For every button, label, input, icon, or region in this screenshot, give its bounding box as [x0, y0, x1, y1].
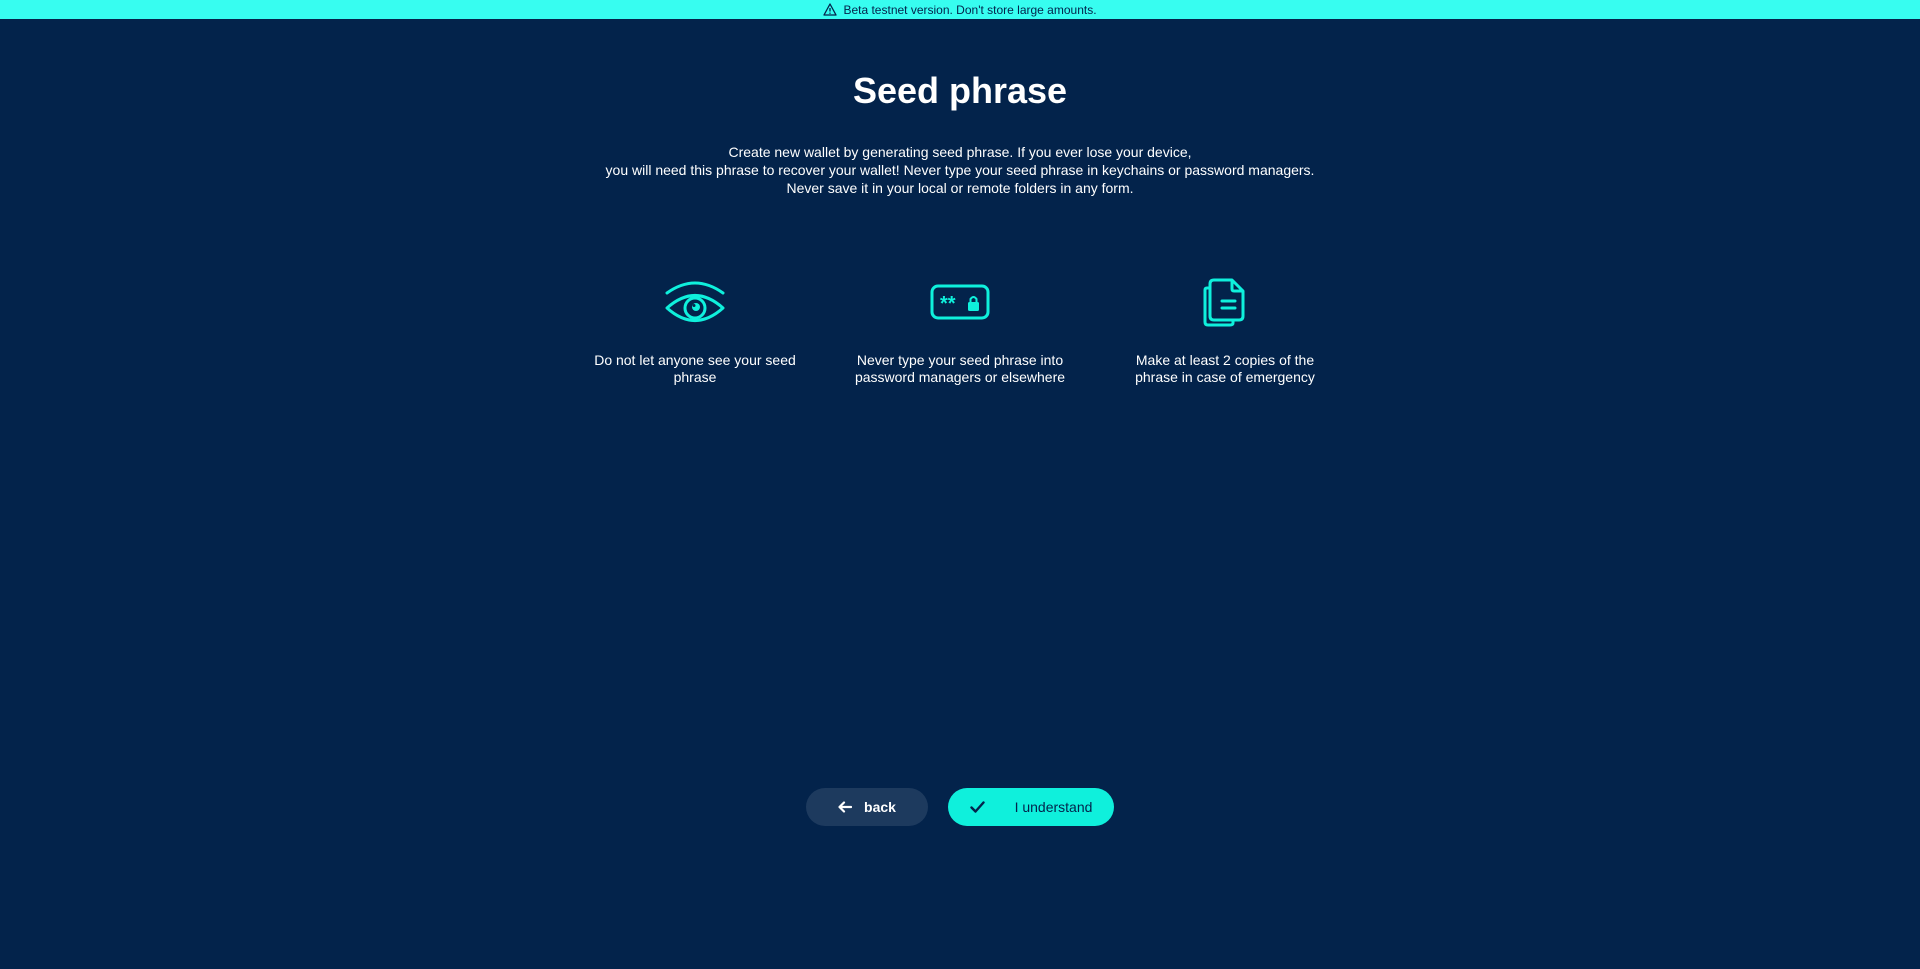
page-description: Create new wallet by generating seed phr… — [560, 143, 1360, 197]
tip-text: Make at least 2 copies of the phrase in … — [1135, 352, 1315, 385]
copy-documents-icon — [1115, 272, 1335, 332]
tip-item: Do not let anyone see your seed phrase — [585, 272, 805, 386]
banner-text: Beta testnet version. Don't store large … — [843, 2, 1097, 17]
warning-triangle-icon — [823, 3, 838, 16]
page-title: Seed phrase — [852, 70, 1068, 111]
beta-warning-banner: Beta testnet version. Don't store large … — [0, 0, 1920, 19]
i-understand-button-label: I understand — [1014, 799, 1093, 815]
tip-text: Do not let anyone see your seed phrase — [594, 352, 796, 385]
tip-item: ** Never type your seed phrase into pass… — [850, 272, 1070, 386]
tip-item: Make at least 2 copies of the phrase in … — [1115, 272, 1335, 386]
description-line: Create new wallet by generating seed phr… — [728, 144, 1192, 160]
description-line: you will need this phrase to recover you… — [605, 162, 1315, 178]
svg-text:**: ** — [940, 293, 956, 315]
arrow-left-icon — [838, 801, 853, 813]
eye-icon — [585, 272, 805, 332]
i-understand-button[interactable]: I understand — [948, 788, 1114, 826]
back-button-label: back — [864, 799, 896, 815]
description-line: Never save it in your local or remote fo… — [786, 180, 1134, 196]
back-button[interactable]: back — [806, 788, 928, 826]
checkmark-icon — [969, 801, 985, 813]
tip-text: Never type your seed phrase into passwor… — [854, 352, 1066, 385]
password-field-icon: ** — [850, 272, 1070, 332]
